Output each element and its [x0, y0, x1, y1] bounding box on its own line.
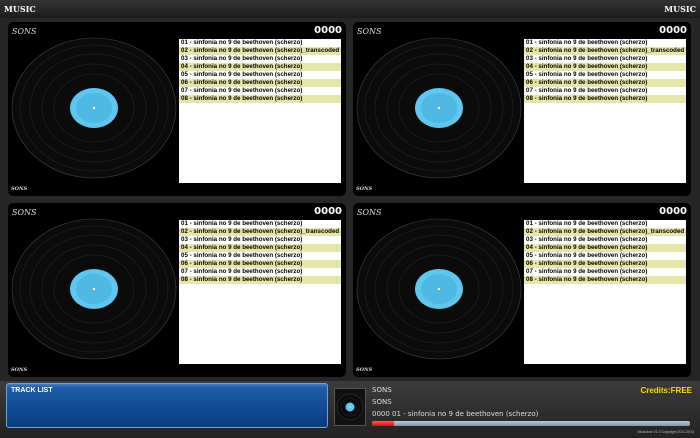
track-list: 01 - sinfonia no 9 de beethoven (scherzo… — [179, 220, 341, 364]
track-item[interactable]: 01 - sinfonia no 9 de beethoven (scherzo… — [524, 39, 686, 47]
panel-label: SONS — [12, 27, 37, 36]
track-item[interactable]: 02 - sinfonia no 9 de beethoven (scherzo… — [179, 47, 341, 55]
panel-footer-label: SONS — [356, 186, 373, 192]
vinyl-record-icon[interactable] — [10, 217, 178, 361]
track-item[interactable]: 02 - sinfonia no 9 de beethoven (scherzo… — [524, 228, 686, 236]
track-item[interactable]: 01 - sinfonia no 9 de beethoven (scherzo… — [179, 39, 341, 47]
now-playing-thumbnail — [334, 388, 366, 426]
track-item[interactable]: 07 - sinfonia no 9 de beethoven (scherzo… — [524, 268, 686, 276]
track-item[interactable]: 06 - sinfonia no 9 de beethoven (scherzo… — [179, 260, 341, 268]
track-item[interactable]: 08 - sinfonia no 9 de beethoven (scherzo… — [179, 276, 341, 284]
panel-counter: 0000 — [659, 25, 687, 36]
track-item[interactable]: 02 - sinfonia no 9 de beethoven (scherzo… — [179, 228, 341, 236]
track-list: 01 - sinfonia no 9 de beethoven (scherzo… — [524, 220, 686, 364]
track-item[interactable]: 02 - sinfonia no 9 de beethoven (scherzo… — [524, 47, 686, 55]
track-item[interactable]: 05 - sinfonia no 9 de beethoven (scherzo… — [524, 71, 686, 79]
jukebox-panel-1[interactable]: SONS 0000 01 - sinfonia no 9 de beethove… — [8, 22, 346, 196]
track-item[interactable]: 04 - sinfonia no 9 de beethoven (scherzo… — [524, 63, 686, 71]
panel-label: SONS — [357, 27, 382, 36]
track-item[interactable]: 07 - sinfonia no 9 de beethoven (scherzo… — [524, 87, 686, 95]
track-list-label: TRACK LIST — [11, 387, 53, 394]
track-item[interactable]: 08 - sinfonia no 9 de beethoven (scherzo… — [179, 95, 341, 103]
panel-counter: 0000 — [314, 206, 342, 217]
panel-counter: 0000 — [659, 206, 687, 217]
track-item[interactable]: 03 - sinfonia no 9 de beethoven (scherzo… — [524, 55, 686, 63]
track-item[interactable]: 08 - sinfonia no 9 de beethoven (scherzo… — [524, 95, 686, 103]
app-title-left: MUSIC — [4, 4, 36, 14]
jukebox-panel-4[interactable]: SONS 0000 01 - sinfonia no 9 de beethove… — [353, 203, 691, 377]
track-item[interactable]: 07 - sinfonia no 9 de beethoven (scherzo… — [179, 87, 341, 95]
track-item[interactable]: 01 - sinfonia no 9 de beethoven (scherzo… — [524, 220, 686, 228]
track-item[interactable]: 05 - sinfonia no 9 de beethoven (scherzo… — [524, 252, 686, 260]
track-item[interactable]: 06 - sinfonia no 9 de beethoven (scherzo… — [524, 79, 686, 87]
playback-progress-bar[interactable] — [372, 421, 690, 426]
track-item[interactable]: 03 - sinfonia no 9 de beethoven (scherzo… — [524, 236, 686, 244]
vinyl-record-icon[interactable] — [10, 36, 178, 180]
track-item[interactable]: 05 - sinfonia no 9 de beethoven (scherzo… — [179, 71, 341, 79]
track-item[interactable]: 07 - sinfonia no 9 de beethoven (scherzo… — [179, 268, 341, 276]
vinyl-record-icon[interactable] — [355, 217, 523, 361]
jukebox-panel-3[interactable]: SONS 0000 01 - sinfonia no 9 de beethove… — [8, 203, 346, 377]
panel-footer-label: SONS — [11, 186, 28, 192]
now-playing-album: SONS — [372, 398, 392, 406]
now-playing-artist: SONS — [372, 386, 392, 394]
panel-footer-label: SONS — [11, 367, 28, 373]
panel-footer-label: SONS — [356, 367, 373, 373]
now-playing-track: 0000 01 - sinfonia no 9 de beethoven (sc… — [372, 410, 539, 418]
panel-counter: 0000 — [314, 25, 342, 36]
vinyl-icon — [336, 393, 364, 421]
credits-label: Credits:FREE — [640, 386, 692, 395]
track-item[interactable]: 05 - sinfonia no 9 de beethoven (scherzo… — [179, 252, 341, 260]
track-item[interactable]: 06 - sinfonia no 9 de beethoven (scherzo… — [179, 79, 341, 87]
copyright-text: Musicbox V1.0 Copyright 2011-2013 — [637, 430, 694, 434]
app-title-right: MUSIC — [664, 4, 696, 14]
track-item[interactable]: 03 - sinfonia no 9 de beethoven (scherzo… — [179, 55, 341, 63]
track-list: 01 - sinfonia no 9 de beethoven (scherzo… — [524, 39, 686, 183]
progress-fill — [372, 421, 395, 426]
jukebox-panel-2[interactable]: SONS 0000 01 - sinfonia no 9 de beethove… — [353, 22, 691, 196]
track-list-button[interactable]: TRACK LIST — [6, 383, 328, 428]
track-item[interactable]: 08 - sinfonia no 9 de beethoven (scherzo… — [524, 276, 686, 284]
panel-label: SONS — [357, 208, 382, 217]
track-item[interactable]: 06 - sinfonia no 9 de beethoven (scherzo… — [524, 260, 686, 268]
track-item[interactable]: 04 - sinfonia no 9 de beethoven (scherzo… — [524, 244, 686, 252]
top-bar: MUSIC MUSIC — [0, 0, 700, 18]
track-item[interactable]: 04 - sinfonia no 9 de beethoven (scherzo… — [179, 244, 341, 252]
track-item[interactable]: 03 - sinfonia no 9 de beethoven (scherzo… — [179, 236, 341, 244]
track-item[interactable]: 04 - sinfonia no 9 de beethoven (scherzo… — [179, 63, 341, 71]
track-item[interactable]: 01 - sinfonia no 9 de beethoven (scherzo… — [179, 220, 341, 228]
vinyl-record-icon[interactable] — [355, 36, 523, 180]
panel-label: SONS — [12, 208, 37, 217]
track-list: 01 - sinfonia no 9 de beethoven (scherzo… — [179, 39, 341, 183]
